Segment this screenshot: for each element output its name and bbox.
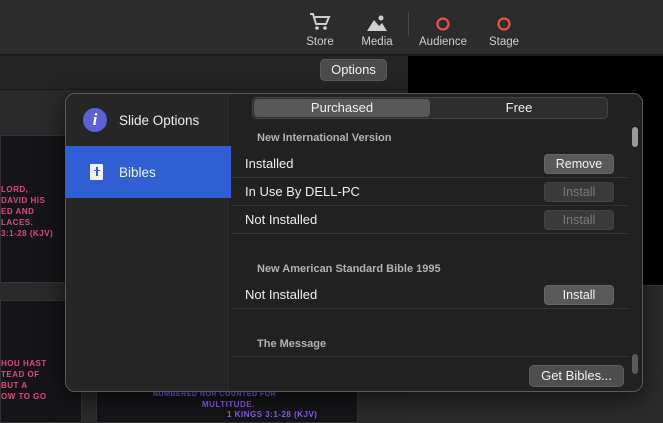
slide-text-line: ED AND [1,207,35,216]
cart-icon [309,0,331,36]
sidebar-item-label: Slide Options [119,112,200,128]
top-toolbar: Store Media Audience Stage [0,0,663,55]
stage-circle-icon [496,0,512,36]
row-status: Installed [245,156,294,171]
install-button-disabled: Install [544,210,614,230]
stage-label: Stage [488,36,520,48]
store-button[interactable]: Store [302,0,338,55]
install-button[interactable]: Install [544,285,614,305]
audience-circle-icon [435,0,451,36]
slide-text-line: OW TO GO [1,392,47,401]
section-title: New American Standard Bible 1995 [257,263,441,275]
slide-text-line: BUT A [1,381,28,390]
section-title: New International Version [257,132,392,144]
media-label: Media [361,36,393,48]
audience-label: Audience [419,36,467,48]
stage-button[interactable]: Stage [486,0,522,55]
audience-button[interactable]: Audience [418,0,468,55]
slide-text-line: TEAD OF [1,370,40,379]
options-button[interactable]: Options [320,59,387,81]
options-popover: i Slide Options Bibles Purchased Free Ne… [65,93,643,392]
section-title: The Message [257,338,327,350]
install-button-disabled: Install [544,182,614,202]
slide-text-line: LORD, [1,185,29,194]
bible-row: Not Installed Install [232,281,628,309]
bibles-panel: Purchased Free New International Version… [232,94,642,391]
sidebar-item-slide-options[interactable]: i Slide Options [66,94,231,146]
toolbar-divider [408,12,409,36]
tab-purchased[interactable]: Purchased [254,99,430,117]
info-icon: i [83,108,107,132]
scrollbar-bottom[interactable] [632,354,638,374]
row-status: In Use By DELL-PC [245,184,360,199]
row-status: Not Installed [245,287,318,302]
sidebar-item-bibles[interactable]: Bibles [66,146,231,198]
sidebar-item-label: Bibles [119,164,156,180]
row-divider [232,356,628,357]
bible-icon [90,164,103,180]
remove-button[interactable]: Remove [544,154,614,174]
slide-text-line: HOU HAST [1,359,47,368]
slide-text-line: DAVID HIS [1,196,46,205]
purchase-filter-segmented: Purchased Free [252,97,608,119]
popover-sidebar: i Slide Options Bibles [66,94,231,391]
row-status: Not Installed [245,212,318,227]
media-button[interactable]: Media [358,0,396,55]
bible-row: Installed Remove [232,150,628,178]
store-label: Store [306,36,334,48]
bible-row: In Use By DELL-PC Install [232,178,628,206]
tab-free[interactable]: Free [431,98,607,118]
bible-row: Not Installed Install [232,206,628,234]
slide-text-line: 3:1-28 (KJV) [1,229,54,238]
scrollbar-thumb[interactable] [632,127,638,147]
photo-icon [366,0,388,36]
slide-text-line: LACES. [1,218,34,227]
get-bibles-button[interactable]: Get Bibles... [529,365,624,387]
slide-text-line: 1 KINGS 3:1-28 (KJV) [227,410,318,419]
